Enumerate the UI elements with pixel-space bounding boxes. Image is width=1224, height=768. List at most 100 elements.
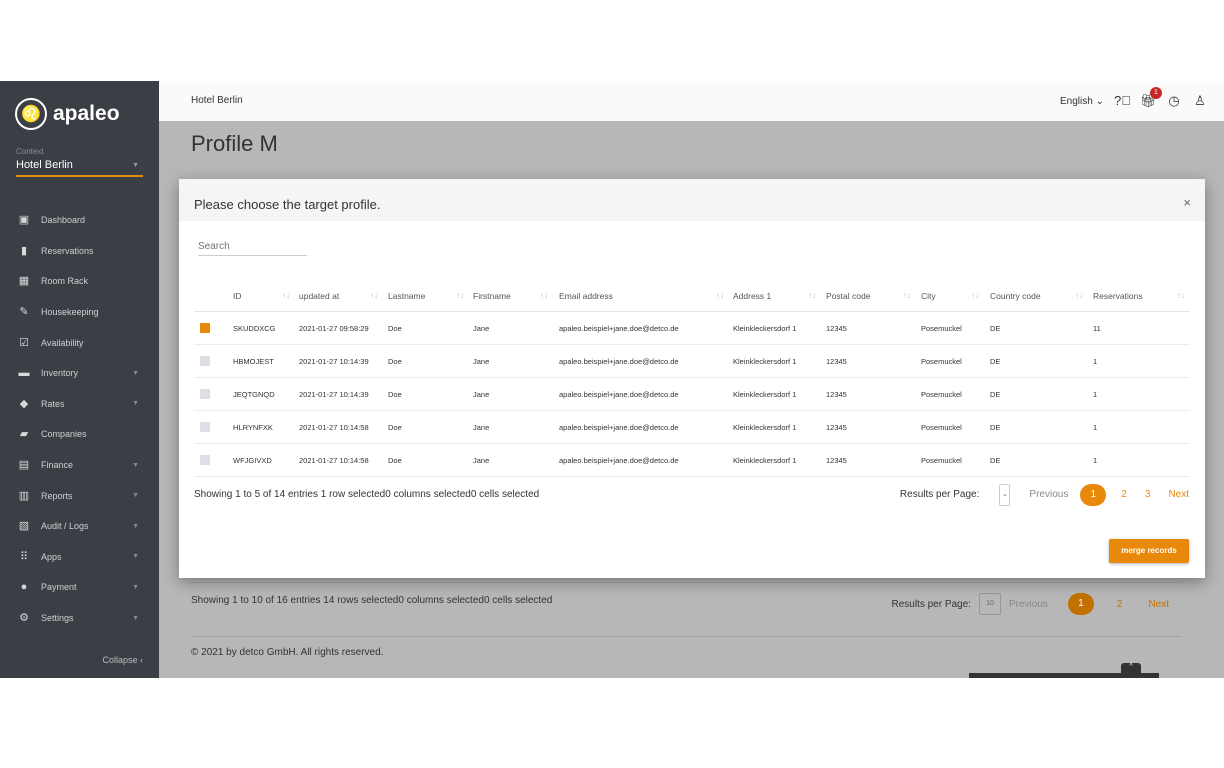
horizontal-scrollbar[interactable] [969, 673, 1159, 678]
row-checkbox[interactable] [200, 323, 210, 333]
sort-icon[interactable]: ↑↓ [1177, 291, 1185, 300]
chevron-left-icon: ‹ [140, 655, 143, 665]
page-button[interactable]: 1 [1067, 593, 1094, 615]
table-row[interactable]: WFJGIVXD 2021-01-27 10:14:58 Doe Jane apaleo… [194, 444, 1190, 477]
content-area: Profile M ZXRUFRUZ2021-01-27 10:15:30Doe… [159, 121, 1224, 678]
row-checkbox[interactable] [200, 455, 210, 465]
next-button[interactable]: Next [1148, 599, 1169, 610]
sidebar-item-reports[interactable]: ▥ Reports ▼ [0, 480, 159, 511]
sort-icon[interactable]: ↑↓ [971, 291, 979, 300]
chevron-down-icon: ⌄ [1095, 95, 1104, 107]
help-icon[interactable]: ?⃝ [1114, 93, 1131, 109]
sidebar-item-apps[interactable]: ⠿ Apps ▼ [0, 542, 159, 573]
sort-icon[interactable]: ↑↓ [282, 291, 290, 300]
briefcase-icon: ▰ [19, 428, 29, 441]
sidebar-item-label: Apps [41, 551, 62, 562]
sidebar: ♌ apaleo Context Hotel Berlin ▼ ▣ Dashboard… [0, 81, 159, 678]
column-header[interactable]: Lastname [388, 291, 425, 301]
sidebar-item-label: Payment [41, 582, 77, 593]
gift-icon[interactable]: 🎁︎ 1 [1140, 87, 1162, 109]
sort-icon[interactable]: ↑↓ [456, 291, 464, 300]
page-button[interactable]: 1 [1080, 484, 1107, 506]
cell-country: DE [990, 423, 1001, 432]
language-label: English [1060, 95, 1093, 107]
cell-res: 1 [1093, 357, 1098, 366]
page-button[interactable]: 2 [1117, 599, 1123, 610]
notification-badge: 1 [1150, 87, 1162, 99]
column-header[interactable]: Country code [990, 291, 1041, 301]
language-select[interactable]: English ⌄ [1060, 96, 1104, 107]
column-header[interactable]: Address 1 [733, 291, 771, 301]
page-title: Profile M [191, 131, 278, 156]
sort-icon[interactable]: ↑↓ [903, 291, 911, 300]
sidebar-item-inventory[interactable]: ▬ Inventory ▼ [0, 358, 159, 389]
cell-last: Doe [388, 390, 402, 399]
sidebar-item-audit-logs[interactable]: ▧ Audit / Logs ▼ [0, 511, 159, 542]
apaleo-logo[interactable]: ♌ apaleo [15, 98, 120, 130]
cell-email: apaleo.beispiel+jane.doe@detco.de [559, 324, 679, 333]
sidebar-item-label: Rates [41, 398, 65, 409]
previous-button[interactable]: Previous [1009, 599, 1048, 610]
calendar-icon: ▦ [18, 275, 30, 288]
sidebar-item-rates[interactable]: ◆ Rates ▼ [0, 389, 159, 420]
sidebar-item-companies[interactable]: ▰ Companies [0, 419, 159, 450]
table-row[interactable]: HLRYNFXK 2021-01-27 10:14:58 Doe Jane apaleo… [194, 411, 1190, 444]
dialog-title: Please choose the target profile. [194, 197, 381, 212]
sort-icon[interactable]: ↑↓ [540, 291, 548, 300]
search-input[interactable] [198, 238, 307, 256]
collapse-button[interactable]: Collapse ‹ [102, 655, 143, 665]
column-header[interactable]: Firstname [473, 291, 511, 301]
sidebar-item-reservations[interactable]: ▮ Reservations [0, 236, 159, 267]
table-row[interactable]: HBMOJEST 2021-01-27 10:14:39 Doe Jane apaleo… [194, 345, 1190, 378]
cell-first: Jane [473, 423, 490, 432]
rpp-select[interactable]: ⌄ [999, 484, 1011, 506]
cell-updated: 2021-01-27 10:14:58 [299, 423, 369, 432]
column-header[interactable]: updated at [299, 291, 339, 301]
row-checkbox[interactable] [200, 389, 210, 399]
column-header[interactable]: ID [233, 291, 242, 301]
merge-records-button[interactable]: merge records [1109, 539, 1189, 563]
sidebar-item-payment[interactable]: ● Payment ▼ [0, 572, 159, 603]
table-row[interactable]: JEQTGNQD 2021-01-27 10:14:39 Doe Jane apaleo… [194, 378, 1190, 411]
table-row[interactable]: SKUDDXCG 2021-01-27 09:58:29 Doe Jane apaleo… [194, 312, 1190, 345]
column-header[interactable]: City [921, 291, 936, 301]
page-button[interactable]: 3 [1145, 484, 1151, 506]
close-icon[interactable]: × [1183, 195, 1191, 210]
rpp-select[interactable]: 10 [978, 593, 1001, 615]
previous-button[interactable]: Previous [1029, 484, 1068, 506]
sort-icon[interactable]: ↑↓ [808, 291, 816, 300]
sort-icon[interactable]: ↑↓ [1075, 291, 1083, 300]
sidebar-item-label: Room Rack [41, 276, 89, 287]
cell-last: Doe [388, 324, 402, 333]
next-button[interactable]: Next [1168, 484, 1189, 506]
sort-icon[interactable]: ↑↓ [370, 291, 378, 300]
sidebar-item-finance[interactable]: ▤ Finance ▼ [0, 450, 159, 481]
context-select[interactable]: Hotel Berlin ▼ [16, 159, 143, 177]
scroll-up-icon[interactable]: ^ [1121, 663, 1141, 673]
row-checkbox[interactable] [200, 356, 210, 366]
sort-icon[interactable]: ↑↓ [716, 291, 724, 300]
cell-updated: 2021-01-27 10:14:58 [299, 456, 369, 465]
cell-updated: 2021-01-27 09:58:29 [299, 324, 369, 333]
column-header[interactable]: Email address [559, 291, 613, 301]
column-header[interactable]: Postal code [826, 291, 870, 301]
cell-city: Posemuckel [921, 324, 962, 333]
clock-icon[interactable]: ◷ [1166, 93, 1182, 109]
cell-country: DE [990, 357, 1001, 366]
cell-country: DE [990, 390, 1001, 399]
page-button[interactable]: 2 [1121, 484, 1127, 506]
column-header[interactable]: Reservations [1093, 291, 1143, 301]
user-icon[interactable]: ♙ [1192, 93, 1208, 109]
cell-last: Doe [388, 456, 402, 465]
sidebar-item-room-rack[interactable]: ▦ Room Rack [0, 266, 159, 297]
sidebar-item-availability[interactable]: ☑ Availability [0, 327, 159, 358]
sidebar-item-dashboard[interactable]: ▣ Dashboard [0, 205, 159, 236]
sidebar-item-housekeeping[interactable]: ✎ Housekeeping [0, 297, 159, 328]
table-status: Showing 1 to 5 of 14 entries 1 row selec… [194, 489, 540, 500]
sidebar-item-settings[interactable]: ⚙ Settings ▼ [0, 603, 159, 634]
row-checkbox[interactable] [200, 422, 210, 432]
sidebar-item-label: Reservations [41, 245, 94, 256]
money-icon: ▤ [18, 459, 30, 472]
cell-id: SKUDDXCG [233, 324, 276, 333]
gear-icon: ⚙ [19, 612, 29, 625]
